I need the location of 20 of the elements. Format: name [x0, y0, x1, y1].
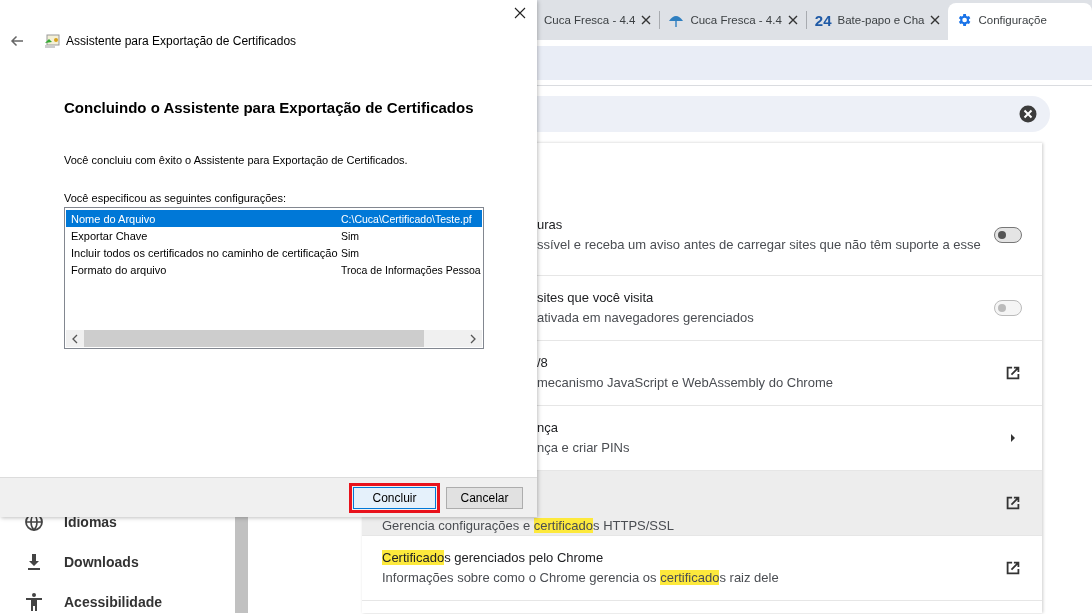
setting-description: nça e criar PINs — [537, 439, 631, 457]
setting-title: sites que você visita — [537, 289, 655, 307]
wizard-message: Você concluiu com êxito o Assistente para Exportação de Certificados. — [64, 154, 409, 166]
setting-description: Informações sobre como o Chrome gerencia os certificados raiz dele — [382, 569, 780, 587]
setting-name: Nome do Arquivo — [71, 212, 157, 225]
dialog-title: Assistente para Exportação de Certificados — [66, 34, 297, 48]
setting-title: uras — [537, 215, 564, 234]
site-logo: 24 — [814, 11, 832, 29]
setting-title: nça — [537, 419, 559, 437]
list-label: Você especificou as seguintes configurações: — [64, 192, 287, 204]
setting-name: Exportar Chave — [71, 229, 149, 242]
setting-description: ativada em navegadores gerenciados — [537, 309, 755, 327]
setting-value: Sim — [341, 246, 360, 259]
setting-description: mecanismo JavaScript e WebAssembly do Chrome — [537, 374, 834, 392]
wizard-heading: Concluindo o Assistente para Exportação de Certificados — [64, 99, 475, 116]
setting-description: ssível e receba um aviso antes de carregar sites que não têm suporte a esse — [537, 235, 982, 254]
setting-name: Formato do arquivo — [71, 263, 168, 276]
setting-title: /8 — [537, 354, 549, 372]
setting-name: Incluir todos os certificados no caminho de certificação — [71, 246, 339, 259]
setting-value: Sim — [341, 229, 360, 242]
